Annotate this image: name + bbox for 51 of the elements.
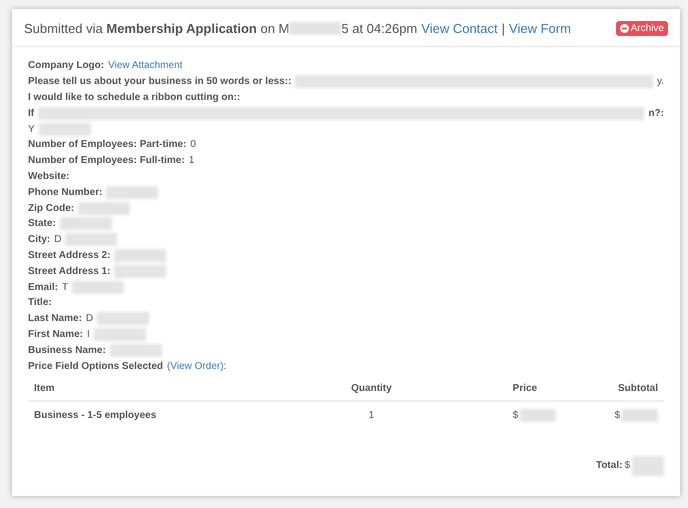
field-label: Phone Number: (28, 186, 102, 198)
field-label: Street Address 1: (28, 266, 110, 277)
column-header: Price (512, 382, 538, 394)
field-label: If (28, 108, 34, 119)
field-label: City: (28, 234, 50, 246)
archive-button[interactable]: Archive (616, 21, 668, 36)
field-value: Y (28, 124, 35, 135)
separator: | (502, 21, 506, 36)
field-label: Company Logo: (28, 60, 104, 72)
field-label: Title: (28, 297, 52, 308)
field-label: Email: (28, 282, 58, 293)
total-value: $ (624, 460, 630, 472)
header-link[interactable]: View Form (509, 21, 571, 36)
field-label: Please tell us about your business in 50 words or less:: (28, 76, 292, 88)
field-value: I (87, 328, 90, 340)
field-label: Number of Employees: Part-time: (28, 139, 186, 150)
field-label: Website: (28, 170, 70, 182)
field-value: T (62, 282, 68, 293)
blurred-text (622, 409, 658, 422)
price-cell: $ (512, 410, 518, 422)
field-value: D (86, 313, 94, 324)
field-label: First Name: (28, 328, 84, 340)
field-label: Last Name: (28, 313, 82, 324)
total-label: Total: (596, 460, 622, 472)
field-value: 1 (188, 155, 194, 166)
column-header: Quantity (351, 382, 392, 394)
blurred-text (632, 456, 664, 476)
field-link[interactable]: View Attachment (108, 60, 182, 72)
field-label: State: (28, 218, 56, 230)
field-label: n?: (648, 108, 664, 119)
field-label: Number of Employees: Full-time: (28, 155, 185, 166)
field-label: Business Name: (28, 344, 106, 356)
field-value: y. (656, 76, 664, 88)
field-value: D (54, 234, 62, 246)
submission-title: 5 at 04:26pm (341, 21, 418, 36)
column-header: Subtotal (618, 382, 658, 394)
header-link[interactable]: View Contact (421, 21, 498, 36)
minus-circle-icon (620, 24, 629, 33)
field-label: Street Address 2: (28, 250, 110, 261)
field-value: : (224, 360, 226, 372)
blurred-text (520, 409, 556, 422)
field-label: Price Field Options Selected (28, 360, 164, 372)
field-link[interactable]: (View Order) (167, 360, 224, 372)
submission-title: Submitted via Membership Application on M (24, 21, 290, 36)
subtotal-cell: $ (614, 410, 620, 422)
column-header: Item (34, 382, 55, 394)
field-label: I would like to schedule a ribbon cutting on:: (28, 92, 240, 103)
quantity-cell: 1 (368, 410, 374, 422)
item-name: Business - 1-5 employees (34, 410, 156, 422)
field-value: 0 (190, 139, 196, 150)
field-label: Zip Code: (28, 202, 74, 214)
